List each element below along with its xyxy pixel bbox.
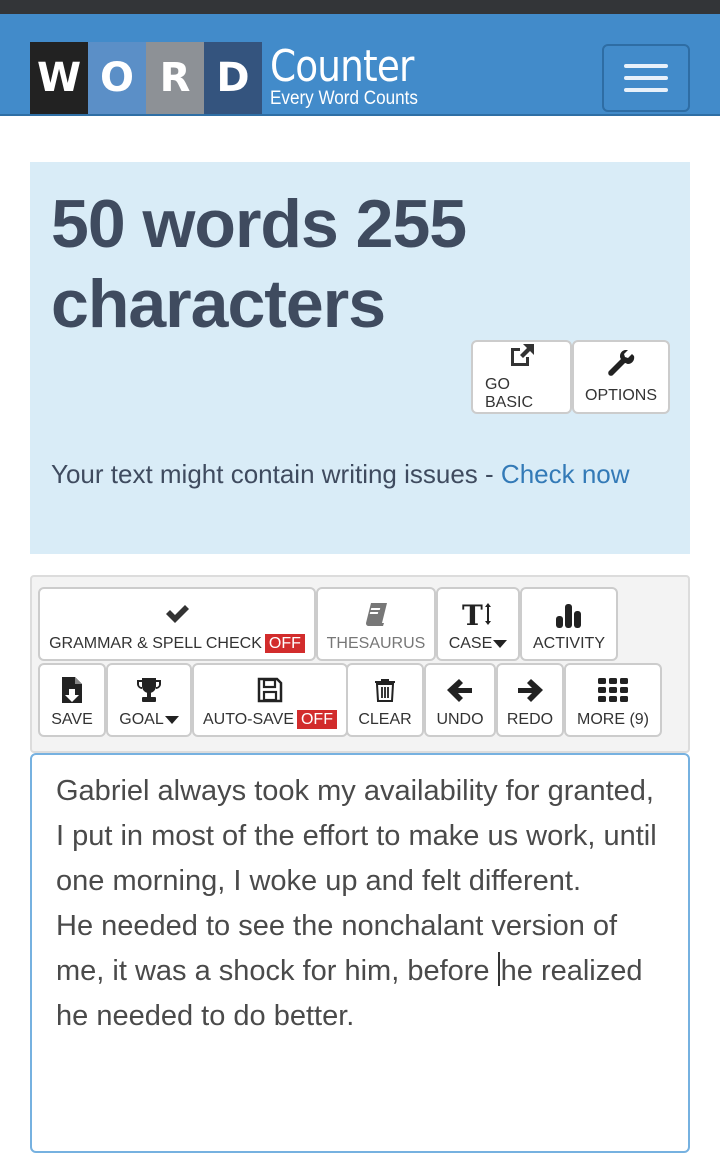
auto-save-label-row: AUTO-SAVE OFF <box>203 710 337 729</box>
svg-text:T: T <box>462 600 483 628</box>
save-button[interactable]: SAVE <box>38 663 106 737</box>
text-editor[interactable]: Gabriel always took my availability for … <box>30 753 690 1153</box>
hamburger-menu-icon[interactable] <box>602 44 690 112</box>
trophy-icon <box>135 675 163 705</box>
issues-text: Your text might contain writing issues - <box>51 459 501 489</box>
device-status-bar <box>0 0 720 14</box>
hamburger-bar <box>624 76 668 80</box>
logo-brand: Counter Every Word Counts <box>270 42 439 114</box>
site-logo[interactable]: W O R D Counter Every Word Counts <box>30 42 439 114</box>
caret-down-icon <box>493 639 508 648</box>
hamburger-bar <box>624 64 668 68</box>
count-panel: 50 words 255 characters GO BASIC OPTIONS… <box>30 162 690 554</box>
case-label-row: CASE <box>449 635 508 653</box>
text-height-icon: T <box>462 599 494 629</box>
caret-down-icon <box>164 715 179 724</box>
options-button[interactable]: OPTIONS <box>572 340 670 414</box>
check-now-link[interactable]: Check now <box>501 459 630 489</box>
goal-label: GOAL <box>119 711 164 728</box>
redo-label: REDO <box>506 711 554 728</box>
trash-icon <box>373 675 397 705</box>
grammar-label-row: GRAMMAR & SPELL CHECK OFF <box>49 634 305 653</box>
editor-paragraph: He needed to see the nonchalant version … <box>56 904 664 1039</box>
auto-save-off-badge: OFF <box>296 710 337 729</box>
bar-chart-icon <box>555 599 583 629</box>
wrench-icon <box>607 349 635 379</box>
grammar-label: GRAMMAR & SPELL CHECK <box>49 635 262 652</box>
floppy-disk-icon <box>257 675 283 705</box>
go-basic-label: GO BASIC <box>485 376 534 411</box>
case-dropdown-button[interactable]: T CASE <box>436 587 520 661</box>
grid-icon <box>598 675 628 705</box>
clear-label: CLEAR <box>358 711 412 728</box>
thesaurus-label: THESAURUS <box>326 635 426 652</box>
clear-button[interactable]: CLEAR <box>346 663 424 737</box>
checkmark-icon <box>164 599 190 629</box>
auto-save-label: AUTO-SAVE <box>203 711 294 728</box>
hamburger-bar <box>624 88 668 92</box>
word-character-count: 50 words 255 characters <box>51 186 467 342</box>
grammar-off-badge: OFF <box>264 634 305 653</box>
activity-label: ACTIVITY <box>532 635 605 652</box>
logo-tile-r: R <box>146 42 204 114</box>
logo-tagline: Every Word Counts <box>270 88 418 109</box>
redo-button[interactable]: REDO <box>496 663 564 737</box>
more-button[interactable]: MORE (9) <box>564 663 662 737</box>
external-link-icon <box>508 342 536 368</box>
book-icon <box>363 599 389 629</box>
logo-tile-w: W <box>30 42 88 114</box>
goal-dropdown-button[interactable]: GOAL <box>106 663 192 737</box>
editor-toolbar: GRAMMAR & SPELL CHECK OFF THESAURUS T CAS… <box>30 575 690 753</box>
save-label: SAVE <box>51 711 93 728</box>
case-label: CASE <box>448 635 493 652</box>
options-label: OPTIONS <box>585 387 658 404</box>
more-label: MORE (9) <box>577 711 649 728</box>
thesaurus-button[interactable]: THESAURUS <box>316 587 436 661</box>
logo-title: Counter <box>270 41 414 92</box>
panel-buttons: GO BASIC OPTIONS <box>471 340 670 414</box>
logo-tile-o: O <box>88 42 146 114</box>
file-download-icon <box>60 675 84 705</box>
goal-label-row: GOAL <box>119 711 179 729</box>
go-basic-button[interactable]: GO BASIC <box>471 340 572 414</box>
writing-issues-notice: Your text might contain writing issues -… <box>51 454 671 494</box>
grammar-spell-check-button[interactable]: GRAMMAR & SPELL CHECK OFF <box>38 587 316 661</box>
undo-label: UNDO <box>436 711 484 728</box>
auto-save-button[interactable]: AUTO-SAVE OFF <box>192 663 348 737</box>
arrow-right-icon <box>517 675 543 705</box>
arrow-left-icon <box>447 675 473 705</box>
editor-paragraph: Gabriel always took my availability for … <box>56 775 665 897</box>
undo-button[interactable]: UNDO <box>424 663 496 737</box>
text-cursor <box>497 952 500 986</box>
navbar: W O R D Counter Every Word Counts <box>0 14 720 116</box>
logo-tile-d: D <box>204 42 262 114</box>
activity-button[interactable]: ACTIVITY <box>520 587 618 661</box>
